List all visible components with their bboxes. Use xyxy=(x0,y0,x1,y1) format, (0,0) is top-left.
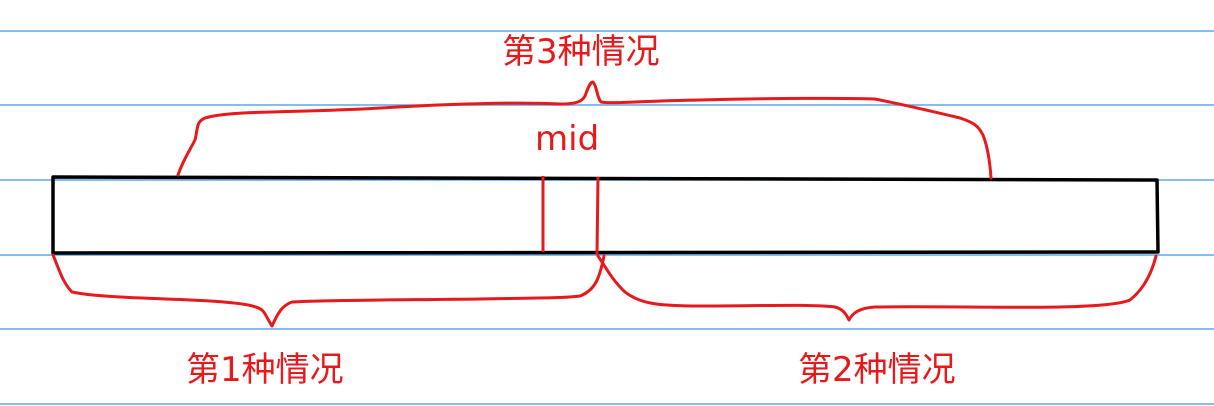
array-rectangle xyxy=(51,175,1160,255)
diagram-canvas: 第3种情况 mid 第1种情况 第2种情况 xyxy=(0,0,1214,406)
mid-label: mid xyxy=(535,119,600,159)
case1-brace xyxy=(51,253,606,328)
case2-brace xyxy=(596,254,1158,322)
case3-label: 第3种情况 xyxy=(502,32,660,72)
ruled-lines xyxy=(0,30,1214,405)
mid-marker-right xyxy=(595,176,600,256)
case2-label: 第2种情况 xyxy=(798,350,956,390)
case1-label: 第1种情况 xyxy=(186,350,344,390)
